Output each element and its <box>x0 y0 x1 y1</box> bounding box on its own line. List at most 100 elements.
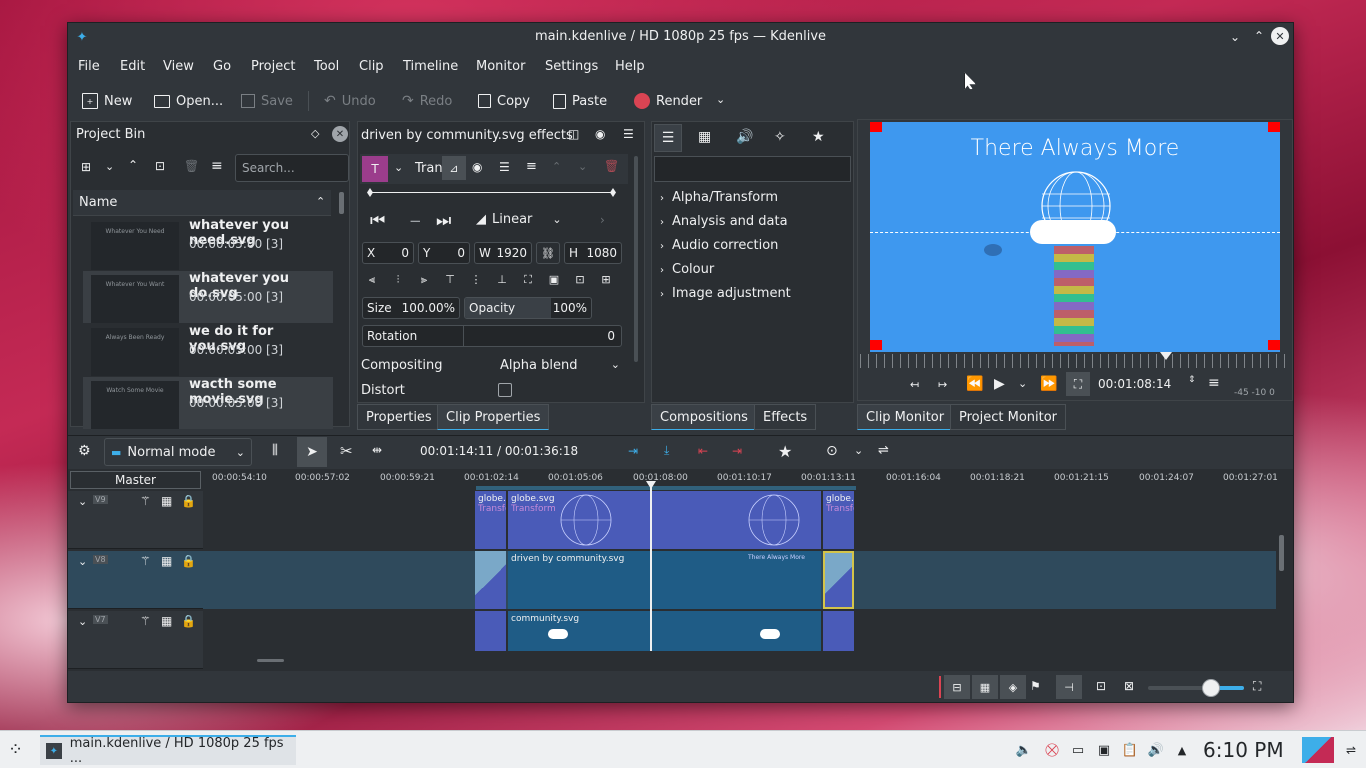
menu-tool[interactable]: Tool <box>314 59 339 74</box>
video-thumbnails-icon[interactable]: ▦ <box>972 675 998 699</box>
bin-column-header[interactable]: Name ⌃ <box>73 190 331 216</box>
film-icon[interactable]: ▦ <box>161 554 172 568</box>
overwrite-clip-icon[interactable]: ⤓ <box>664 443 669 458</box>
close-panel-icon[interactable]: ✕ <box>332 126 348 142</box>
lift-zone-icon[interactable]: ⇥ <box>732 444 742 458</box>
bin-item[interactable]: Watch Some Movie wacth some movie.svg 00… <box>83 377 333 429</box>
zoom-slider-handle[interactable] <box>1202 679 1220 697</box>
eye-icon[interactable]: ◉ <box>595 127 605 141</box>
snap-icon[interactable]: ⫼ <box>272 443 278 458</box>
adjust-center-icon[interactable]: ⊡ <box>572 273 588 287</box>
clip-globe-end[interactable]: globe.Transfo <box>823 491 854 549</box>
clip-v7-end[interactable] <box>823 611 854 651</box>
copy-button[interactable]: Copy <box>478 87 530 115</box>
fill-frame-icon[interactable]: ▣ <box>546 273 562 287</box>
collapse-chevron-icon[interactable]: ⌄ <box>394 161 403 174</box>
tab-effects[interactable]: Effects <box>754 404 817 430</box>
zone-bar[interactable] <box>476 486 856 490</box>
distort-checkbox[interactable] <box>498 383 512 397</box>
lock-icon[interactable]: 🔒 <box>181 614 196 628</box>
mixer-icon[interactable]: ⇌ <box>878 443 889 458</box>
x-position-field[interactable]: X 0 <box>362 242 414 264</box>
crop-handle-bottom-left[interactable] <box>870 340 882 350</box>
clock[interactable]: 6:10 PM <box>1203 738 1284 762</box>
settings-sliders-icon[interactable]: ☰ <box>623 127 634 141</box>
preview-render-icon[interactable]: ⊙ <box>826 443 838 459</box>
battery-icon[interactable]: ▭ <box>1066 738 1090 762</box>
effects-wand-icon[interactable]: ⚚ <box>140 614 151 628</box>
effect-category-alpha[interactable]: › Alpha/Transform <box>660 190 778 205</box>
new-folder-icon[interactable]: ⊡ <box>155 159 165 173</box>
menu-settings[interactable]: Settings <box>545 59 598 74</box>
effect-category-analysis[interactable]: › Analysis and data <box>660 214 788 229</box>
video-effects-icon[interactable]: ▦ <box>698 129 711 145</box>
crop-handle-top-left[interactable] <box>870 122 882 132</box>
open-button[interactable]: Open... <box>154 87 223 115</box>
set-zone-out-icon[interactable]: ↦ <box>938 378 947 391</box>
zoom-slider[interactable] <box>1148 679 1244 697</box>
track-header-v9[interactable]: ⌄ V9 ⚚ ▦ 🔒 <box>68 491 203 549</box>
previous-keyframe-icon[interactable]: ⏮ <box>370 211 385 231</box>
zoom-fit-icon[interactable]: ⊡ <box>1096 679 1106 693</box>
effect-menu-icon[interactable]: ≡ <box>526 159 537 174</box>
clip-driven-by-community[interactable]: driven by community.svg There Always More <box>508 551 821 609</box>
markers-flag-icon[interactable]: ⚑ <box>1030 679 1041 693</box>
application-launcher-icon[interactable]: ⁘ <box>8 739 23 760</box>
composition-start[interactable] <box>475 551 506 609</box>
clip-v7-start[interactable] <box>475 611 506 651</box>
add-clip-icon[interactable]: ⊞ <box>81 160 91 174</box>
custom-effects-icon[interactable]: ✧ <box>774 129 786 145</box>
delete-effect-icon[interactable]: 🗑 <box>604 159 619 173</box>
timeline-settings-icon[interactable]: ⚙ <box>78 443 91 459</box>
play-icon[interactable]: ▶ <box>994 376 1005 392</box>
master-button[interactable]: Master <box>70 471 201 489</box>
audio-volume-icon[interactable]: 🔊 <box>1144 738 1168 762</box>
bin-item[interactable]: Whatever You Need whatever you need.svg … <box>83 218 333 270</box>
title-bar[interactable]: ✦ main.kdenlive / HD 1080p 25 fps — Kden… <box>68 23 1293 51</box>
display-mode-icon[interactable]: ⊟ <box>944 675 970 699</box>
align-hcenter-icon[interactable]: ⫶ <box>390 273 406 287</box>
tab-compositions[interactable]: Compositions <box>651 404 757 430</box>
compositing-select[interactable]: Alpha blend ⌄ <box>500 358 620 373</box>
favorite-effect-icon[interactable]: ★ <box>778 442 792 461</box>
move-up-icon[interactable]: ⌃ <box>552 160 561 173</box>
header-resize-handle[interactable] <box>257 659 284 662</box>
menu-help[interactable]: Help <box>615 59 645 74</box>
network-disconnected-icon[interactable]: ⛒ <box>1040 738 1064 762</box>
float-panel-icon[interactable]: ◇ <box>311 127 319 140</box>
chevron-right-icon[interactable]: › <box>600 213 605 227</box>
track-header-v7[interactable]: ⌄ V7 ⚚ ▦ 🔒 <box>68 611 203 669</box>
bin-item[interactable]: Whatever You Want whatever you do.svg 00… <box>83 271 333 323</box>
align-top-icon[interactable]: ⊤ <box>442 273 458 287</box>
zoom-in-icon[interactable]: ⛶ <box>1253 679 1261 694</box>
crop-monitor-icon[interactable]: ⛶ <box>1066 372 1090 396</box>
effects-search-input[interactable] <box>654 156 851 182</box>
tab-clip-monitor[interactable]: Clip Monitor <box>857 404 954 430</box>
track-lane-v7[interactable]: community.svg <box>203 611 1276 651</box>
bin-scrollbar[interactable] <box>339 192 344 214</box>
redo-button[interactable]: ↷ Redo <box>402 87 452 115</box>
rewind-icon[interactable]: ⏪ <box>966 376 983 392</box>
delete-icon[interactable]: 🗑 <box>184 159 199 173</box>
keyframe-start-marker[interactable] <box>367 188 373 197</box>
bin-item[interactable]: Always Been Ready we do it for you.svg 0… <box>83 324 333 376</box>
notifications-icon[interactable]: ▣ <box>1092 738 1116 762</box>
split-compare-icon[interactable]: ◫ <box>568 127 579 141</box>
spacer-tool-icon[interactable]: ⇹ <box>372 443 382 457</box>
maximize-icon[interactable]: ⌃ <box>1250 27 1268 45</box>
height-field[interactable]: H 1080 <box>564 242 622 264</box>
film-icon[interactable]: ▦ <box>161 614 172 628</box>
task-kdenlive[interactable]: ✦ main.kdenlive / HD 1080p 25 fps ... <box>40 735 296 766</box>
effects-wand-icon[interactable]: ⚚ <box>140 494 151 508</box>
monitor-video-frame[interactable]: There Always More <box>870 122 1280 352</box>
effect-category-colour[interactable]: › Colour <box>660 262 714 277</box>
menu-go[interactable]: Go <box>213 59 231 74</box>
audio-effects-icon[interactable]: 🔊 <box>736 129 753 145</box>
align-left-icon[interactable]: ⫷ <box>364 273 380 287</box>
crop-icon[interactable]: ⊞ <box>598 273 614 287</box>
track-lane-v8[interactable]: driven by community.svg There Always More <box>203 551 1276 609</box>
forward-icon[interactable]: ⏩ <box>1040 376 1057 392</box>
eye-toggle-icon[interactable]: ◉ <box>472 160 482 174</box>
align-right-icon[interactable]: ⫸ <box>416 273 432 287</box>
clipboard-icon[interactable]: 📋 <box>1118 738 1142 762</box>
